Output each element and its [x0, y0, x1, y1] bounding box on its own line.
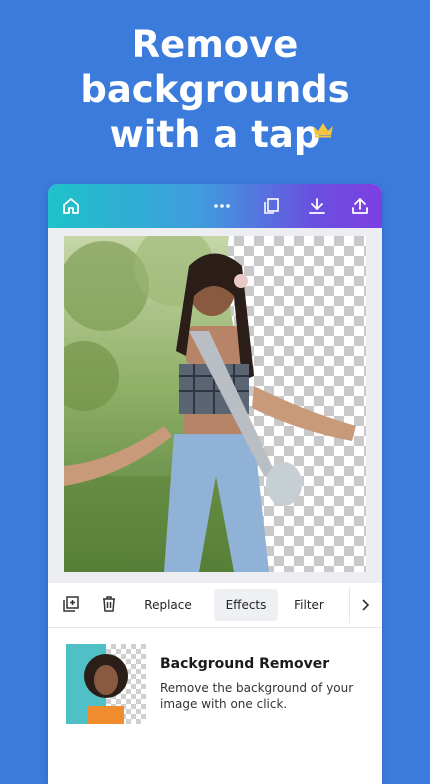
crown-icon — [313, 123, 333, 138]
top-bar — [48, 184, 382, 228]
photo-illustration — [64, 236, 356, 572]
tab-filter[interactable]: Filter — [284, 589, 334, 621]
headline-line-1: Remove — [131, 23, 299, 66]
home-icon[interactable] — [61, 196, 81, 216]
feature-description: Remove the background of your image with… — [160, 681, 354, 711]
tab-replace[interactable]: Replace — [136, 589, 200, 621]
more-dots-icon[interactable] — [212, 196, 232, 216]
design-canvas — [48, 228, 382, 583]
photo-with-removed-background[interactable] — [64, 236, 366, 572]
feature-title: Background Remover — [160, 656, 330, 672]
duplicate-icon[interactable] — [62, 595, 80, 613]
edit-toolbar: Replace Effects Filter — [48, 583, 382, 628]
headline-line-2: backgrounds — [80, 68, 350, 111]
chevron-right-icon — [362, 599, 370, 611]
background-remover-card[interactable]: Background Remover Remove the background… — [48, 628, 382, 768]
app-screen: Replace Effects Filter Background Remove… — [48, 184, 382, 784]
headline: Remove backgrounds with a tap — [0, 22, 430, 157]
tab-effects[interactable]: Effects — [214, 589, 278, 621]
background-remover-thumbnail — [66, 644, 146, 724]
copy-pages-icon[interactable] — [261, 196, 281, 216]
download-icon[interactable] — [307, 196, 327, 216]
trash-icon[interactable] — [100, 595, 118, 613]
headline-line-3: with a tap — [109, 113, 321, 156]
toolbar-next-button[interactable] — [349, 587, 382, 623]
share-upload-icon[interactable] — [350, 196, 370, 216]
thumbnail-illustration — [66, 644, 128, 724]
